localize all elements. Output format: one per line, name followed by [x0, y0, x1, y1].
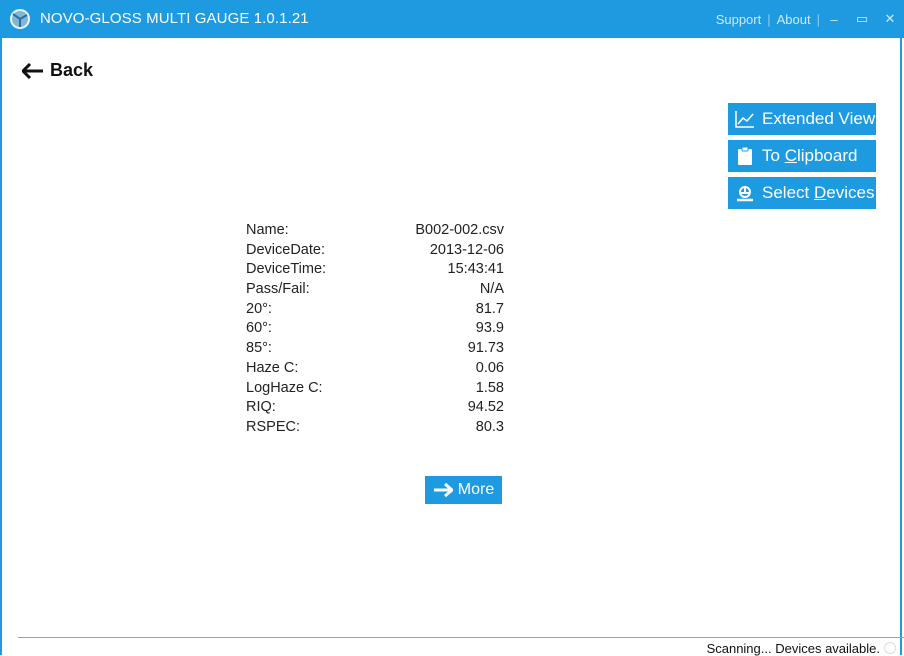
minimize-button[interactable]: ‒ — [820, 12, 848, 27]
back-button[interactable]: Back — [22, 60, 93, 81]
reading-table: Name: B002-002.csv DeviceDate: 2013-12-0… — [246, 221, 504, 438]
reading-value: N/A — [479, 281, 504, 298]
close-button[interactable]: ✕ — [876, 11, 904, 27]
window-title: NOVO-GLOSS MULTI GAUGE 1.0.1.21 — [40, 10, 309, 27]
reading-row: 85°: 91.73 — [246, 339, 504, 359]
arrow-right-icon — [433, 483, 453, 497]
to-clipboard-label-prefix: To — [762, 146, 785, 165]
reading-row: DeviceDate: 2013-12-06 — [246, 241, 504, 261]
reading-row: Haze C: 0.06 — [246, 359, 504, 379]
arrow-left-icon — [22, 62, 43, 79]
to-clipboard-label-rest: lipboard — [796, 146, 858, 165]
select-devices-label-rest: evices — [826, 183, 875, 202]
clipboard-icon — [734, 146, 756, 166]
reading-label: LogHaze C: — [246, 379, 323, 396]
to-clipboard-accelerator: C — [784, 146, 797, 165]
reading-label: RSPEC: — [246, 418, 300, 435]
reading-row: Pass/Fail: N/A — [246, 280, 504, 300]
reading-value: 0.06 — [475, 359, 504, 376]
select-devices-label: Select Devices — [762, 183, 874, 203]
reading-value: 93.9 — [475, 320, 504, 337]
maximize-button[interactable]: ▭ — [848, 11, 876, 27]
to-clipboard-label: To Clipboard — [762, 146, 857, 166]
reading-value: B002-002.csv — [415, 222, 504, 238]
app-logo-icon — [9, 8, 31, 30]
device-connect-icon — [734, 184, 756, 202]
more-label: More — [457, 481, 495, 498]
reading-row: Name: B002-002.csv — [246, 221, 504, 241]
reading-value: 1.58 — [475, 379, 504, 396]
reading-label: DeviceDate: — [246, 241, 325, 258]
reading-label: 85°: — [246, 340, 272, 357]
reading-row: LogHaze C: 1.58 — [246, 379, 504, 399]
select-devices-accelerator: D — [813, 183, 827, 202]
reading-row: 20°: 81.7 — [246, 300, 504, 320]
select-devices-button[interactable]: Select Devices — [728, 177, 876, 209]
reading-value: 15:43:41 — [447, 261, 504, 278]
reading-value: 2013-12-06 — [429, 241, 504, 258]
reading-row: DeviceTime: 15:43:41 — [246, 260, 504, 280]
about-link[interactable]: About — [771, 12, 817, 27]
reading-label: 60°: — [246, 320, 272, 337]
status-text: Scanning... Devices available. — [706, 641, 880, 656]
title-bar[interactable]: NOVO-GLOSS MULTI GAUGE 1.0.1.21 Support … — [0, 0, 904, 38]
extended-view-button[interactable]: Extended View — [728, 103, 876, 135]
line-chart-icon — [734, 110, 756, 128]
reading-value: 94.52 — [467, 399, 504, 416]
reading-label: 20°: — [246, 300, 272, 317]
title-actions: Support | About | ‒ ▭ ✕ — [710, 0, 904, 38]
reading-label: Name: — [246, 222, 289, 238]
reading-row: RIQ: 94.52 — [246, 398, 504, 418]
reading-label: Haze C: — [246, 359, 299, 376]
more-button[interactable]: More — [425, 476, 502, 504]
reading-label: Pass/Fail: — [246, 281, 310, 298]
reading-row: 60°: 93.9 — [246, 319, 504, 339]
reading-value: 91.73 — [467, 340, 504, 357]
reading-label: RIQ: — [246, 399, 276, 416]
reading-row: RSPEC: 80.3 — [246, 418, 504, 438]
reading-value: 81.7 — [475, 300, 504, 317]
to-clipboard-button[interactable]: To Clipboard — [728, 140, 876, 172]
select-devices-label-prefix: Select — [762, 183, 814, 202]
loading-spinner-icon — [884, 642, 896, 654]
extended-view-label: Extended View — [762, 109, 876, 128]
support-link[interactable]: Support — [710, 12, 768, 27]
reading-value: 80.3 — [475, 418, 504, 435]
back-label: Back — [50, 60, 94, 80]
status-divider — [18, 637, 904, 638]
reading-label: DeviceTime: — [246, 261, 327, 278]
